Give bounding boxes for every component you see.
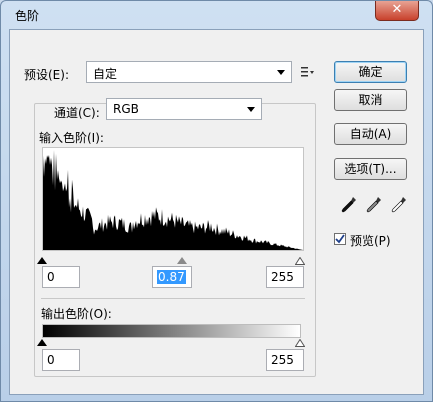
output-black-point-handle[interactable] xyxy=(37,339,47,346)
channel-select[interactable]: RGB xyxy=(106,98,262,120)
preview-checkbox[interactable] xyxy=(334,233,346,245)
chevron-down-icon xyxy=(277,70,285,75)
levels-dialog: 色阶 ✕ 预设(E): 自定 确定 取消 自动(A) 选项(T)... 预览(P… xyxy=(0,0,433,402)
output-black-field[interactable]: 0 xyxy=(42,349,80,371)
divider xyxy=(41,298,305,299)
options-button[interactable]: 选项(T)... xyxy=(334,158,407,180)
output-gradient-bar xyxy=(42,324,301,338)
ok-button[interactable]: 确定 xyxy=(334,61,407,83)
histogram xyxy=(42,147,304,251)
output-white-field[interactable]: 255 xyxy=(266,349,304,371)
input-black-field[interactable]: 0 xyxy=(42,266,80,288)
checkmark-icon xyxy=(335,234,345,244)
output-levels-label: 输出色阶(O): xyxy=(41,307,112,321)
preset-label: 预设(E): xyxy=(24,68,69,82)
input-white-field[interactable]: 255 xyxy=(266,266,304,288)
input-levels-slider[interactable] xyxy=(37,257,305,265)
preset-value: 自定 xyxy=(93,67,118,81)
histogram-graph xyxy=(43,150,303,250)
close-icon: ✕ xyxy=(391,2,403,17)
title-bar: 色阶 ✕ xyxy=(1,1,432,29)
auto-button[interactable]: 自动(A) xyxy=(334,123,407,145)
input-levels-label: 输入色阶(I): xyxy=(39,131,104,145)
preview-label: 预览(P) xyxy=(350,234,391,248)
window-title: 色阶 xyxy=(15,9,40,23)
black-eyedropper-icon[interactable] xyxy=(341,196,357,214)
close-button[interactable]: ✕ xyxy=(375,1,419,21)
chevron-down-icon xyxy=(247,107,255,112)
list-menu-icon[interactable] xyxy=(301,65,315,79)
input-gamma-field[interactable]: 0.87 xyxy=(152,266,192,288)
gray-eyedropper-icon[interactable] xyxy=(366,196,382,214)
channel-label: 通道(C): xyxy=(50,104,104,121)
channel-value: RGB xyxy=(113,102,139,116)
input-white-point-handle[interactable] xyxy=(295,257,305,265)
white-eyedropper-icon[interactable] xyxy=(391,196,407,214)
input-black-point-handle[interactable] xyxy=(37,257,47,264)
output-levels-slider[interactable] xyxy=(37,339,305,347)
preset-select[interactable]: 自定 xyxy=(86,61,292,83)
cancel-button[interactable]: 取消 xyxy=(334,89,407,111)
output-white-point-handle[interactable] xyxy=(295,339,305,347)
input-gamma-handle[interactable] xyxy=(177,257,187,264)
